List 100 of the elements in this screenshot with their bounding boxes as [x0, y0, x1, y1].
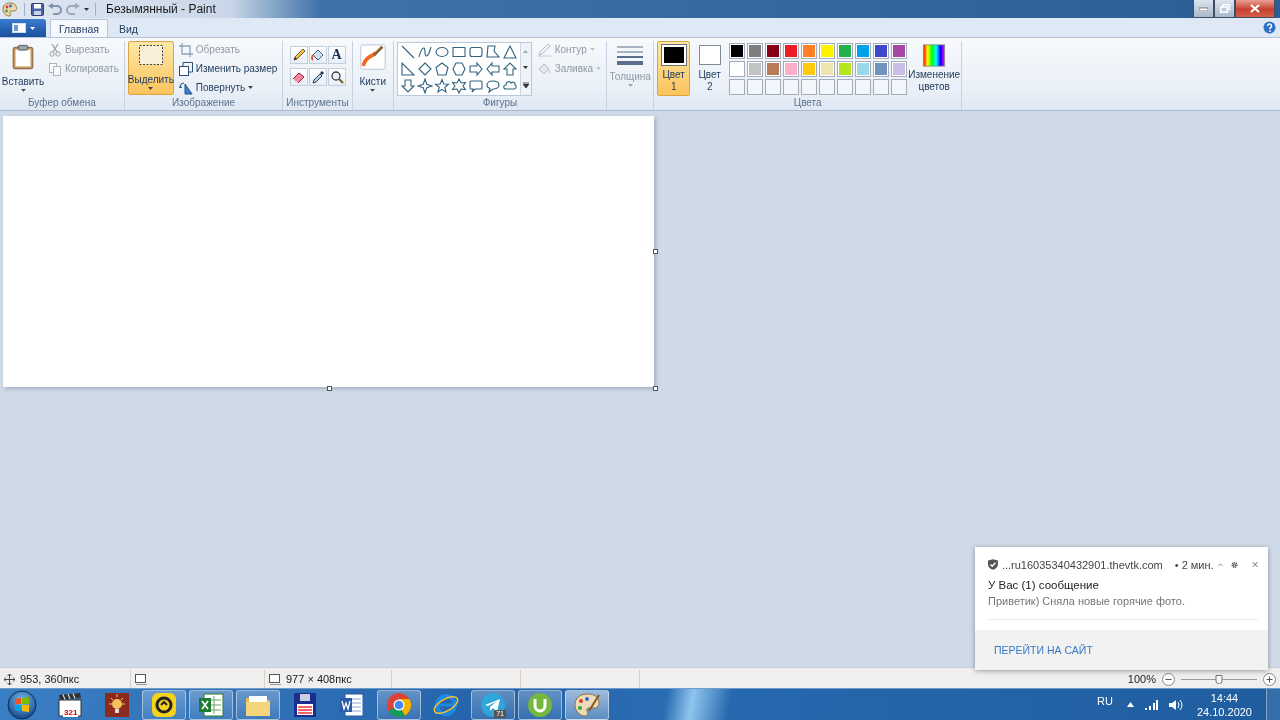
caret-icon — [20, 89, 26, 92]
color-swatch[interactable] — [837, 61, 854, 77]
custom-color-slot[interactable] — [747, 79, 764, 95]
minimize-button[interactable] — [1193, 0, 1214, 18]
custom-color-slot[interactable] — [801, 79, 818, 95]
tool-button[interactable] — [289, 68, 308, 86]
taskbar-button[interactable] — [189, 689, 233, 720]
zoom-slider-thumb[interactable] — [1215, 674, 1223, 684]
color-swatch[interactable] — [783, 43, 800, 59]
curve-icon[interactable] — [416, 44, 433, 60]
tool-button[interactable] — [308, 68, 327, 86]
triangle-icon[interactable] — [501, 44, 518, 60]
select-button[interactable]: Выделить — [127, 41, 174, 95]
zoom-out-icon[interactable] — [1162, 672, 1175, 686]
group-label: Инструменты — [286, 97, 349, 110]
color-swatch[interactable] — [855, 61, 872, 77]
line-icon[interactable] — [399, 44, 416, 60]
color-swatch[interactable] — [891, 61, 908, 77]
color-swatch[interactable] — [729, 61, 746, 77]
close-button[interactable] — [1235, 0, 1275, 18]
pentagon-icon[interactable] — [433, 61, 450, 77]
color-swatch[interactable] — [819, 61, 836, 77]
oval-speech-bubble-icon[interactable] — [484, 78, 501, 94]
ribbon-tab[interactable]: Вид — [109, 19, 147, 37]
hexagon-icon[interactable] — [450, 61, 467, 77]
rectangle-icon[interactable] — [450, 44, 467, 60]
color-swatch[interactable] — [891, 43, 908, 59]
custom-color-slot[interactable] — [765, 79, 782, 95]
signal-bars-icon[interactable] — [1143, 699, 1158, 710]
move-arrows-icon — [4, 673, 15, 685]
ribbon-tab[interactable]: Главная — [50, 19, 108, 37]
document-icon — [338, 690, 366, 719]
custom-color-slot[interactable] — [837, 79, 854, 95]
resize-handle[interactable] — [653, 249, 658, 254]
color-swatch[interactable] — [801, 43, 818, 59]
color-swatch[interactable] — [819, 43, 836, 59]
tool-button[interactable] — [289, 46, 308, 64]
five-point-star-icon[interactable] — [433, 78, 450, 94]
taskbar-button[interactable] — [142, 689, 186, 720]
app-menu-button[interactable] — [0, 19, 46, 37]
brushes-button[interactable]: Кисти — [355, 41, 390, 95]
zoom-in-icon[interactable] — [1263, 672, 1276, 686]
resize-handle[interactable] — [327, 386, 332, 391]
down-caret-icon[interactable] — [523, 66, 529, 69]
color-swatch[interactable] — [837, 43, 854, 59]
speaker-icon[interactable] — [1167, 698, 1183, 711]
tool-button[interactable] — [327, 68, 346, 86]
color-swatch[interactable] — [747, 43, 764, 59]
color-swatch[interactable] — [855, 43, 872, 59]
language-indicator[interactable]: RU — [1093, 694, 1117, 707]
paste-button[interactable]: Вставить — [3, 41, 43, 95]
speech-bubble-icon[interactable] — [467, 78, 484, 94]
custom-color-slot[interactable] — [783, 79, 800, 95]
right-triangle-icon[interactable] — [399, 61, 416, 77]
color-slot-button[interactable]: Цвет 1 — [657, 41, 691, 96]
four-point-star-icon[interactable] — [416, 78, 433, 94]
taskbar-button[interactable] — [518, 689, 562, 720]
resize-handle[interactable] — [653, 386, 658, 391]
custom-color-slot[interactable] — [819, 79, 836, 95]
restore-button[interactable] — [1214, 0, 1235, 18]
color-slot-button[interactable]: Цвет 2 — [693, 41, 727, 96]
resize-button[interactable]: Изменить размер — [176, 60, 280, 77]
edit-colors-button[interactable]: Изменение цветов — [910, 41, 959, 96]
clock[interactable]: 14:44 24.10.2020 — [1192, 690, 1256, 719]
palette-app-icon[interactable] — [2, 1, 18, 17]
custom-color-slot[interactable] — [729, 79, 746, 95]
right-arrow-icon[interactable] — [467, 61, 484, 77]
custom-color-slot[interactable] — [873, 79, 890, 95]
color-swatch[interactable] — [729, 43, 746, 59]
custom-color-slot[interactable] — [855, 79, 872, 95]
color-swatch[interactable] — [747, 61, 764, 77]
window-title: Безымянный - Paint — [106, 2, 216, 16]
down-arrow-icon[interactable] — [399, 78, 416, 94]
taskbar-button[interactable] — [236, 689, 280, 720]
custom-color-slot[interactable] — [891, 79, 908, 95]
six-point-star-icon[interactable] — [450, 78, 467, 94]
taskbar-button[interactable]: 321 — [48, 689, 92, 720]
close-icon — [1250, 4, 1260, 13]
polygon-icon[interactable] — [484, 44, 501, 60]
color-swatch[interactable] — [765, 61, 782, 77]
color-swatch[interactable] — [873, 61, 890, 77]
up-triangle-icon[interactable] — [1126, 702, 1134, 707]
eraser-icon — [291, 70, 306, 84]
text-tool-button[interactable]: A — [327, 46, 346, 64]
help-icon[interactable] — [1263, 21, 1276, 34]
close-icon[interactable] — [1251, 560, 1258, 569]
tool-button[interactable] — [308, 46, 327, 64]
rotate-button[interactable]: Повернуть — [176, 79, 280, 96]
color-swatch[interactable] — [783, 61, 800, 77]
save-icon[interactable] — [31, 2, 44, 16]
settings-icon[interactable] — [1230, 559, 1238, 570]
diamond-icon[interactable] — [416, 61, 433, 77]
visit-site-link[interactable]: ПЕРЕЙТИ НА САЙТ — [994, 644, 1093, 656]
up-arrow-icon[interactable] — [501, 61, 518, 77]
palette-icon — [573, 690, 601, 719]
expand-caret-icon[interactable] — [522, 82, 529, 89]
color-swatch[interactable] — [873, 43, 890, 59]
color-swatch[interactable] — [765, 43, 782, 59]
left-arrow-icon[interactable] — [484, 61, 501, 77]
color-swatch[interactable] — [801, 61, 818, 77]
